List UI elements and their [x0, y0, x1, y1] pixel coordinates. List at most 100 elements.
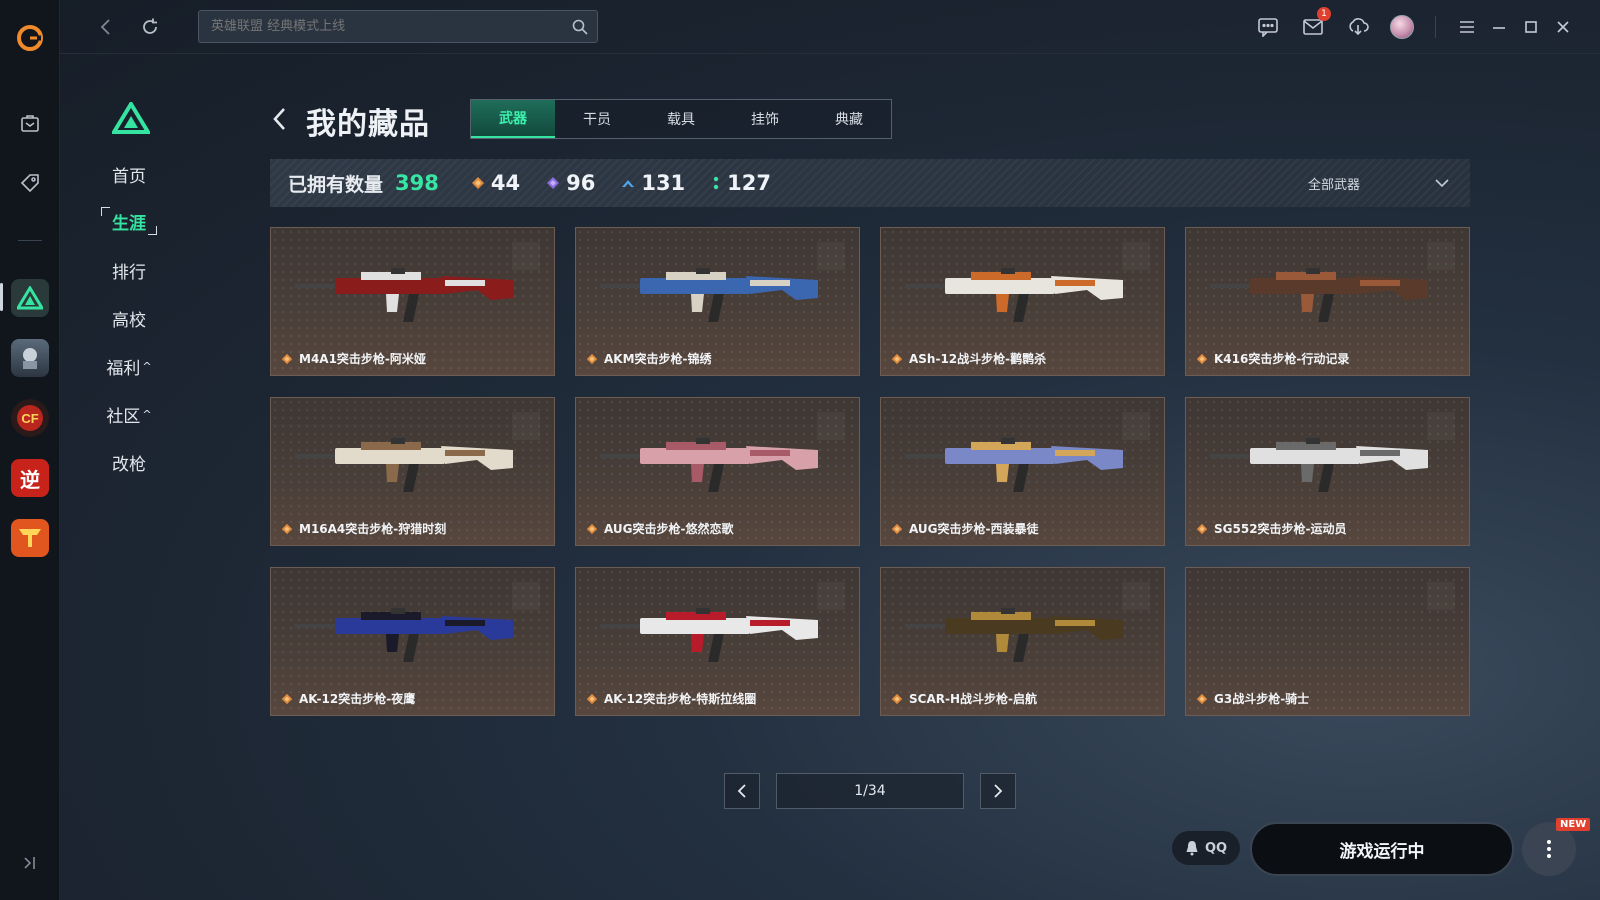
gold-diamond-icon	[281, 523, 293, 534]
nav-item-label: 首页	[112, 166, 146, 187]
weapon-card[interactable]: AUG突击步枪-西装暴徒	[880, 397, 1165, 546]
back-icon[interactable]	[92, 13, 120, 41]
next-page-button[interactable]	[980, 773, 1016, 809]
collapse-icon[interactable]	[19, 852, 41, 874]
mail-icon[interactable]: 1	[1299, 7, 1331, 41]
weapon-skin-image	[295, 268, 513, 322]
collection-stats-bar: 已拥有数量 398 44 96 131 127 全部武器	[270, 159, 1470, 207]
weapon-skin-image	[295, 608, 513, 662]
weapon-card[interactable]: K416突击步枪-行动记录	[1185, 227, 1470, 376]
weapon-skin-image	[1210, 268, 1428, 322]
purple-diamond-icon	[547, 177, 560, 189]
menu-icon[interactable]	[1453, 13, 1481, 41]
tab-vehicles[interactable]: 载具	[639, 100, 723, 138]
qq-label: QQ	[1204, 840, 1228, 856]
chevron-down-icon	[1435, 179, 1449, 188]
more-vertical-icon	[1547, 840, 1551, 858]
weapon-card[interactable]: AKM突击步枪-锦绣	[575, 227, 860, 376]
download-icon[interactable]	[1344, 13, 1372, 41]
game-running-button[interactable]: 游戏运行中	[1250, 822, 1514, 876]
weapon-card-label: SG552突击步枪-运动员	[1196, 520, 1347, 537]
nav-item-ranking[interactable]: 排行	[100, 255, 158, 285]
gold-diamond-icon	[471, 177, 484, 189]
gold-diamond-icon	[1196, 693, 1208, 704]
stat-purple: 96	[546, 171, 595, 195]
app-rail: CF 逆	[0, 0, 60, 900]
weapon-card[interactable]: G3战斗步枪-骑士	[1185, 567, 1470, 716]
avatar[interactable]	[1388, 13, 1416, 41]
nav-item-career[interactable]: 生涯	[100, 206, 158, 236]
delta-force-app[interactable]	[0, 276, 60, 320]
cfhd-app[interactable]	[0, 516, 60, 560]
weapon-skin-image	[600, 608, 818, 662]
search-bar[interactable]	[198, 10, 598, 43]
weapon-card-label: M16A4突击步枪-狩猎时刻	[281, 520, 446, 537]
topbar-divider	[1435, 16, 1436, 38]
weapon-name: SCAR-H战斗步枪-启航	[909, 692, 1037, 706]
search-input[interactable]	[199, 11, 597, 42]
gold-diamond-icon	[891, 523, 903, 534]
rail-divider	[18, 240, 42, 241]
svg-text:CF: CF	[21, 411, 38, 426]
weapon-skin-image	[905, 608, 1123, 662]
weapon-card[interactable]: M4A1突击步枪-阿米娅	[270, 227, 555, 376]
blue-chevron-icon	[622, 180, 635, 187]
weapon-card[interactable]: SG552突击步枪-运动员	[1185, 397, 1470, 546]
stat-value: 44	[490, 171, 521, 195]
weapon-card-label: SCAR-H战斗步枪-启航	[891, 690, 1037, 707]
refresh-icon[interactable]	[136, 13, 164, 41]
page-back-button[interactable]	[268, 104, 290, 134]
weapon-name: G3战斗步枪-骑士	[1214, 692, 1310, 706]
weapon-name: SG552突击步枪-运动员	[1214, 522, 1347, 536]
weapon-card[interactable]: AUG突击步枪-悠然恋歌	[575, 397, 860, 546]
tag-icon[interactable]	[0, 161, 60, 205]
tab-operators[interactable]: 干员	[555, 100, 639, 138]
close-icon[interactable]	[1549, 13, 1577, 41]
weapon-card[interactable]: AK-12突击步枪-夜鹰	[270, 567, 555, 716]
weapon-card[interactable]: M16A4突击步枪-狩猎时刻	[270, 397, 555, 546]
chevron-left-icon	[737, 784, 746, 798]
gold-diamond-icon	[1196, 523, 1208, 534]
minimize-icon[interactable]	[1485, 13, 1513, 41]
prev-page-button[interactable]	[724, 773, 760, 809]
green-dots-icon	[713, 176, 719, 190]
pubg-app[interactable]	[0, 336, 60, 380]
chat-icon[interactable]	[1254, 13, 1282, 41]
gold-diamond-icon	[891, 693, 903, 704]
weapon-name: AUG突击步枪-西装暴徒	[909, 522, 1039, 536]
bag-icon[interactable]	[0, 101, 60, 145]
nav-item-college[interactable]: 高校	[100, 303, 158, 333]
weapon-card[interactable]: SCAR-H战斗步枪-启航	[880, 567, 1165, 716]
nav-item-community[interactable]: 社区 ^	[100, 399, 158, 429]
nav-item-home[interactable]: 首页	[100, 159, 158, 189]
tab-charms[interactable]: 挂饰	[723, 100, 807, 138]
gold-diamond-icon	[281, 693, 293, 704]
maximize-icon[interactable]	[1517, 13, 1545, 41]
bell-icon	[1186, 841, 1198, 856]
new-badge: NEW	[1556, 818, 1591, 831]
qq-button[interactable]: QQ	[1172, 831, 1240, 865]
crossfire-app[interactable]: CF	[0, 396, 60, 440]
ni-app[interactable]: 逆	[0, 456, 60, 500]
stat-gold: 44	[471, 171, 520, 195]
delta-force-logo	[110, 100, 152, 138]
page-title: 我的藏品	[306, 107, 430, 142]
nav-item-label: 改枪	[112, 454, 146, 475]
weapon-card-label: AUG突击步枪-悠然恋歌	[586, 520, 734, 537]
weapon-name: AK-12突击步枪-夜鹰	[299, 692, 416, 706]
nav-item-gunsmith[interactable]: 改枪	[100, 447, 158, 477]
weapon-card-label: AKM突击步枪-锦绣	[586, 350, 712, 367]
weapon-card[interactable]: ASh-12战斗步枪-鹳鹮杀	[880, 227, 1165, 376]
platform-logo[interactable]	[0, 16, 60, 60]
weapon-filter-dropdown[interactable]: 全部武器	[1308, 159, 1450, 207]
weapon-card-label: G3战斗步枪-骑士	[1196, 690, 1309, 707]
chevron-right-icon	[994, 784, 1003, 798]
weapon-card-label: AK-12突击步枪-夜鹰	[281, 690, 415, 707]
tab-collection[interactable]: 典藏	[807, 100, 891, 138]
nav-item-welfare[interactable]: 福利 ^	[100, 351, 158, 381]
owned-label: 已拥有数量	[288, 173, 384, 196]
weapon-card[interactable]: AK-12突击步枪-特斯拉线圈	[575, 567, 860, 716]
search-icon[interactable]	[571, 18, 589, 40]
tab-weapons[interactable]: 武器	[471, 100, 555, 138]
nav-item-label: 高校	[112, 310, 146, 331]
